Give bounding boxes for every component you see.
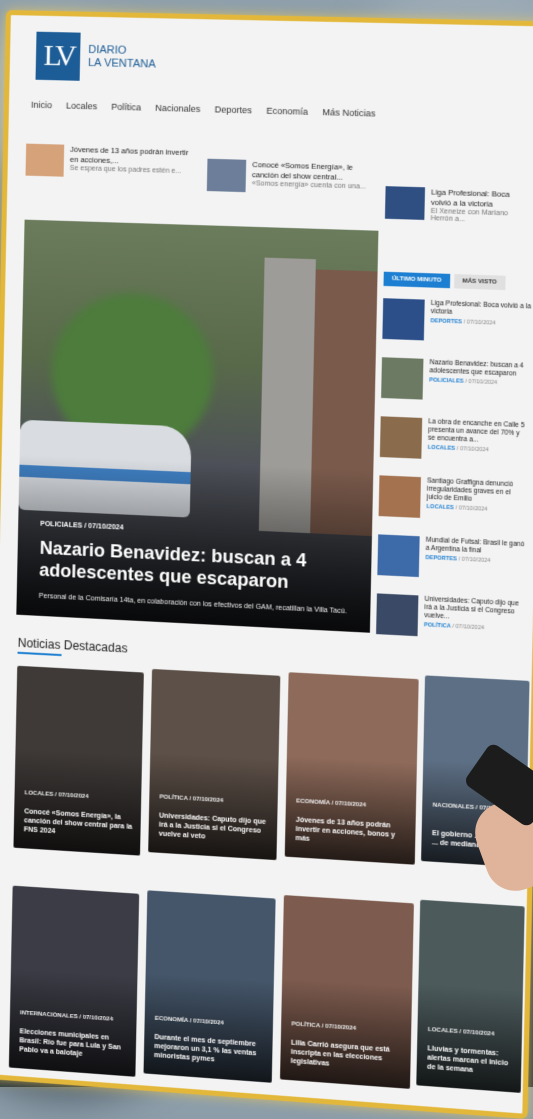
featured-card[interactable]: INTERNACIONALES / 07/10/2024 Elecciones … <box>8 885 140 1077</box>
featured-card[interactable]: POLÍTICA / 07/10/2024 Lilia Carrió asegu… <box>280 895 414 1089</box>
sidebar-item-title: Santiago Graffigna denunció irregularida… <box>426 477 514 503</box>
sidebar-item-date: 07/10/2024 <box>466 319 496 327</box>
sidebar-item-cat: POLICIALES <box>429 377 464 385</box>
sidebar-item-cat: POLÍTICA <box>423 622 451 630</box>
section-title-destacadas: Noticias Destacadas <box>17 635 128 656</box>
main-nav: Inicio Locales Política Nacionales Depor… <box>31 100 376 119</box>
ticker-thumb <box>25 143 65 177</box>
sidebar-item-title: Mundial de Futsal: Brasil le ganó a Arge… <box>425 536 525 555</box>
nav-item-mas-noticias[interactable]: Más Noticias <box>322 107 375 119</box>
hero-article[interactable]: POLICIALES / 07/10/2024 Nazario Benavide… <box>16 219 379 633</box>
sidebar-item[interactable]: Santiago Graffigna denunció irregularida… <box>378 475 527 529</box>
featured-card[interactable]: ECONOMÍA / 07/10/2024 Jóvenes de 13 años… <box>284 672 419 865</box>
sidebar-item-title: Nazario Benavidez: buscan a 4 adolescent… <box>429 359 524 378</box>
sidebar-thumb <box>379 416 423 459</box>
ticker-thumb <box>206 158 247 193</box>
sidebar-item-meta: DEPORTES / 07/10/2024 <box>430 318 496 327</box>
sidebar-item-cat: LOCALES <box>426 503 454 512</box>
sidebar-thumb <box>377 534 420 578</box>
sidebar-item-date: 07/10/2024 <box>458 505 488 513</box>
sidebar-item-cat: LOCALES <box>427 444 456 453</box>
sidebar-item-date: 07/10/2024 <box>468 378 498 387</box>
sidebar-item-cat: DEPORTES <box>430 318 463 326</box>
tab-ultimo-minuto[interactable]: ÚLTIMO MINUTO <box>383 271 451 289</box>
sidebar-item-title: La obra de encanche en Calle 5 presenta … <box>427 418 525 444</box>
featured-card[interactable]: LOCALES / 07/10/2024 Lluvias y tormentas… <box>416 899 525 1093</box>
sidebar-thumb <box>382 298 425 341</box>
sidebar-item-cat: DEPORTES <box>425 554 458 563</box>
site-logo[interactable]: LV <box>35 31 81 81</box>
nav-item-nacionales[interactable]: Nacionales <box>155 103 200 114</box>
sidebar-tabs: ÚLTIMO MINUTO MÁS VISTO <box>383 271 531 291</box>
nav-item-inicio[interactable]: Inicio <box>31 100 52 111</box>
brand-line2: LA VENTANA <box>87 56 156 71</box>
sidebar-thumb <box>381 357 424 400</box>
ticker-item[interactable]: Jóvenes de 13 años podrán invertir en ac… <box>25 143 196 181</box>
sidebar: ÚLTIMO MINUTO MÁS VISTO Liga Profesional… <box>376 204 533 647</box>
ticker-item[interactable]: Conocé «Somos Energía», le canción del s… <box>206 158 380 196</box>
sidebar-item-date: 07/10/2024 <box>461 556 491 565</box>
sidebar-item[interactable]: Nazario Benavidez: buscan a 4 adolescent… <box>381 357 530 410</box>
tab-mas-visto[interactable]: MÁS VISTO <box>453 274 506 291</box>
featured-card[interactable]: POLÍTICA / 07/10/2024 Universidades: Cap… <box>148 668 281 861</box>
site-header: LV DIARIO LA VENTANA <box>35 31 157 83</box>
nav-item-deportes[interactable]: Deportes <box>215 104 252 115</box>
nav-item-politica[interactable]: Política <box>111 102 141 113</box>
sidebar-item[interactable]: Universidades: Caputo dijo que irá a la … <box>376 593 525 647</box>
sidebar-item[interactable]: Liga Profesional: Boca volvió a la victo… <box>382 298 531 350</box>
brand-name: DIARIO LA VENTANA <box>88 44 156 72</box>
sidebar-item-title: Universidades: Caputo dijo que irá a la … <box>424 595 519 621</box>
sidebar-item[interactable]: Mundial de Futsal: Brasil le ganó a Arge… <box>377 534 526 588</box>
sidebar-item-date: 07/10/2024 <box>459 446 489 454</box>
sidebar-item-title: Liga Profesional: Boca volvió a la victo… <box>430 299 532 316</box>
sidebar-item-date: 07/10/2024 <box>455 623 485 632</box>
sidebar-thumb <box>378 475 421 518</box>
nav-item-locales[interactable]: Locales <box>66 101 97 112</box>
nav-item-economia[interactable]: Economía <box>266 106 308 117</box>
sidebar-item[interactable]: La obra de encanche en Calle 5 presenta … <box>379 416 529 469</box>
screen-frame: LV DIARIO LA VENTANA Inicio Locales Polí… <box>0 10 533 1119</box>
sidebar-item-meta: POLICIALES / 07/10/2024 <box>429 377 498 387</box>
featured-card[interactable]: ECONOMÍA / 07/10/2024 Durante el mes de … <box>143 890 276 1083</box>
featured-card[interactable]: LOCALES / 07/10/2024 Conocé «Somos Energ… <box>13 665 144 856</box>
sidebar-thumb <box>376 593 419 637</box>
